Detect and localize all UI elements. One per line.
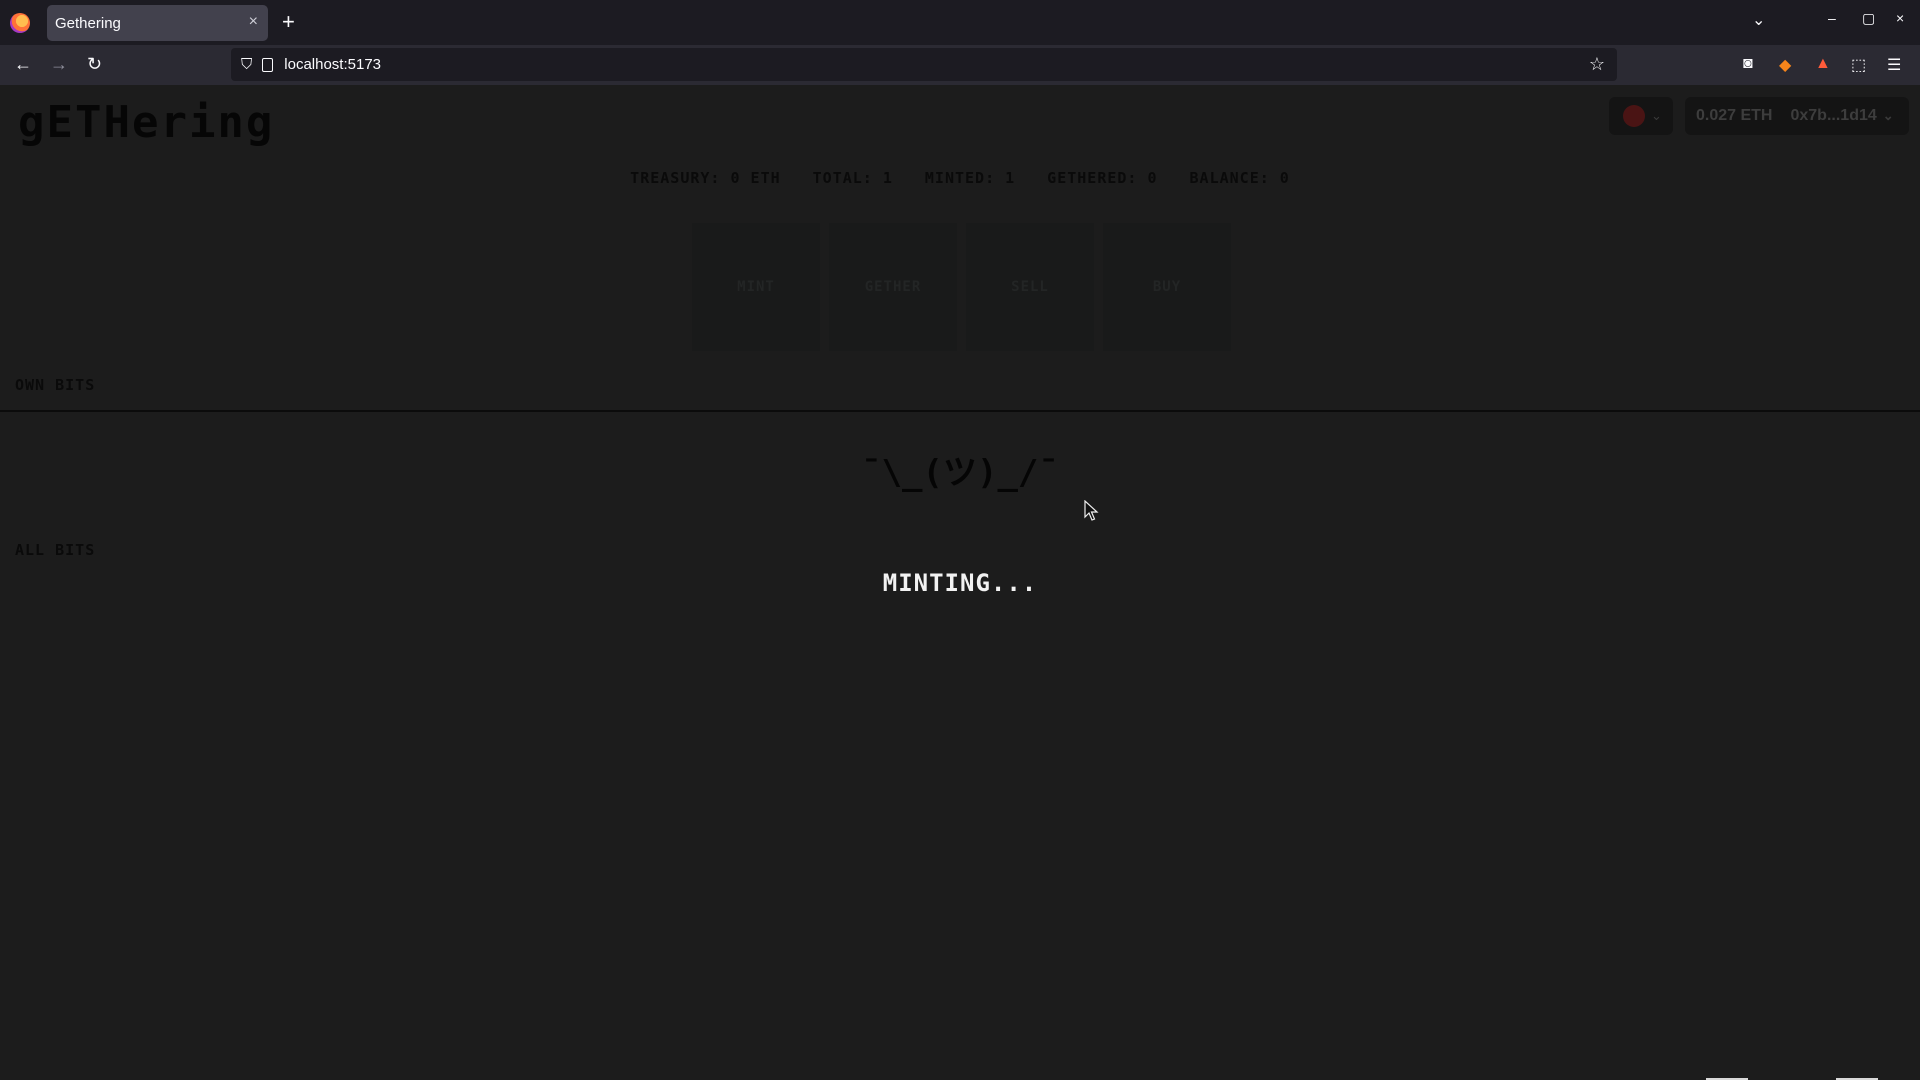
wallet-address: 0x7b...1d14 (1790, 107, 1877, 124)
firefox-icon (10, 12, 30, 33)
extensions-icon[interactable]: ⬚ (1851, 55, 1866, 75)
chevron-down-icon: ⌄ (1651, 108, 1662, 123)
browser-tabbar: Gethering × + ⌄ – ▢ × (0, 0, 1920, 45)
page-content: gETHering ⌄ 0.027 ETH 0x7b...1d14 ⌄ Trea… (0, 85, 1920, 1080)
own-bits-heading: Own Bits (15, 376, 96, 394)
url-text[interactable]: localhost:5173 (284, 56, 381, 73)
buy-button[interactable]: Buy (1103, 223, 1231, 351)
stat-gethered: Gethered: 0 (1047, 169, 1158, 187)
minting-status: MINTING... (882, 569, 1038, 597)
action-buttons: Mint Gether Sell Buy (692, 223, 1231, 351)
tab-gethering[interactable]: Gethering × (47, 5, 268, 41)
mouse-cursor-icon (1084, 500, 1099, 521)
stat-balance: Balance: 0 (1189, 169, 1290, 187)
new-tab-button[interactable]: + (282, 9, 295, 35)
brave-extension-icon[interactable]: ▲ (1815, 55, 1831, 73)
gether-button[interactable]: Gether (829, 223, 957, 351)
all-bits-heading: All Bits (15, 541, 96, 559)
metamask-icon[interactable]: ◆ (1779, 55, 1791, 75)
bookmark-star-icon[interactable]: ☆ (1589, 54, 1605, 75)
stats-bar: Treasury: 0 ETH Total: 1 Minted: 1 Gethe… (0, 169, 1920, 187)
close-tab-icon[interactable]: × (249, 13, 258, 31)
forward-icon[interactable]: → (50, 54, 68, 75)
tab-title: Gethering (55, 14, 121, 32)
account-button[interactable]: 0.027 ETH 0x7b...1d14 ⌄ (1685, 97, 1909, 135)
list-tabs-icon[interactable]: ⌄ (1752, 10, 1765, 30)
network-icon (1623, 105, 1645, 127)
menu-icon[interactable]: ☰ (1887, 55, 1901, 75)
page-icon (262, 57, 274, 72)
mint-button[interactable]: Mint (692, 223, 820, 351)
stat-total: Total: 1 (812, 169, 893, 187)
back-icon[interactable]: ← (14, 54, 32, 75)
empty-state-shrug: ¯\_(ツ)_/¯ (861, 453, 1059, 493)
network-selector[interactable]: ⌄ (1609, 97, 1673, 135)
app-logo: gETHering (18, 97, 275, 148)
eth-balance: 0.027 ETH (1696, 107, 1773, 124)
close-window-icon[interactable]: × (1896, 10, 1904, 26)
minimize-icon[interactable]: – (1828, 10, 1836, 26)
stat-minted: Minted: 1 (924, 169, 1016, 187)
pocket-icon[interactable]: ◙ (1743, 55, 1753, 73)
sell-button[interactable]: Sell (966, 223, 1094, 351)
stat-treasury: Treasury: 0 ETH (630, 169, 781, 187)
reload-icon[interactable]: ↻ (87, 54, 102, 75)
section-divider (0, 410, 1920, 412)
maximize-icon[interactable]: ▢ (1862, 10, 1875, 27)
shield-icon[interactable]: ⛉ (241, 56, 252, 73)
url-bar[interactable]: ⛉ localhost:5173 ☆ (231, 48, 1617, 81)
chevron-down-icon: ⌄ (1882, 108, 1894, 123)
